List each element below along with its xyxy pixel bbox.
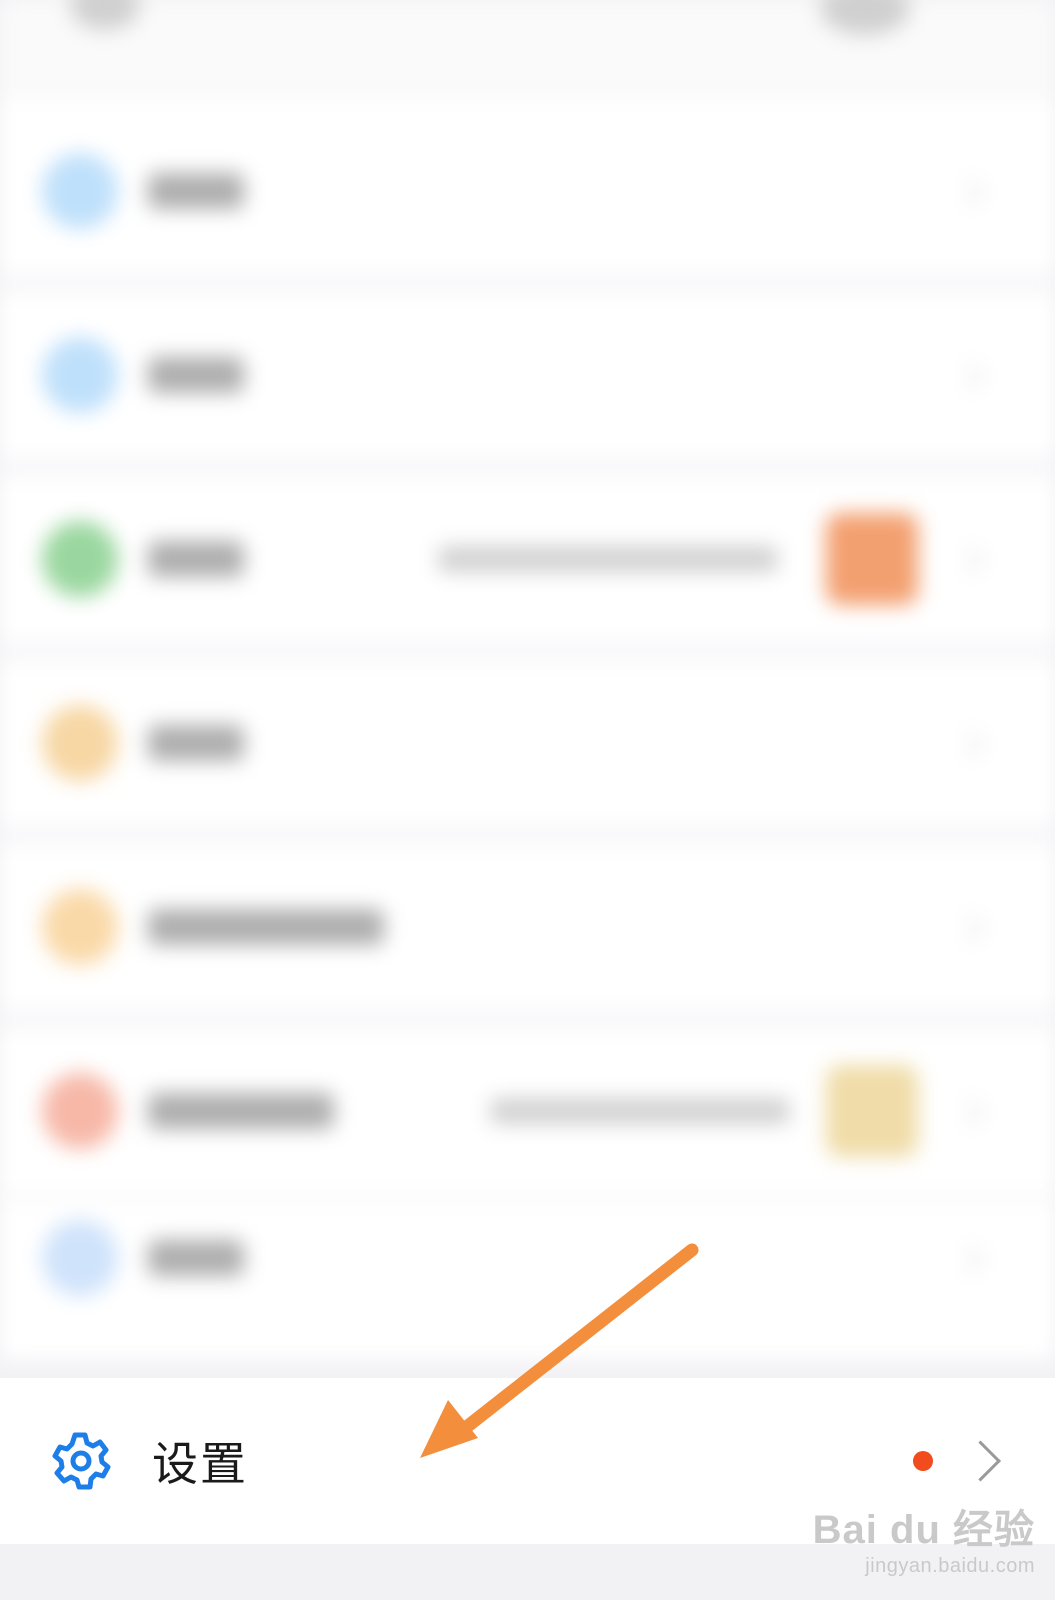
menu-item-icon: [42, 153, 118, 229]
menu-item-label: [148, 1093, 334, 1129]
chevron-right-icon: [956, 1246, 983, 1273]
notification-dot: [913, 1451, 933, 1471]
menu-item-label: [148, 725, 244, 761]
menu-item-thumbnail: [826, 513, 918, 605]
list-item[interactable]: [0, 1200, 1055, 1350]
menu-item-label: [148, 173, 244, 209]
chevron-right-icon: [956, 179, 983, 206]
menu-item-detail: [438, 546, 778, 572]
menu-item-label: [148, 541, 244, 577]
menu-item-icon: [42, 889, 118, 965]
menu-item-icon: [42, 1073, 118, 1149]
chevron-right-icon: [956, 363, 983, 390]
list-item[interactable]: [0, 292, 1055, 458]
separator: [0, 1010, 1055, 1028]
list-item[interactable]: [0, 108, 1055, 274]
chevron-right-icon: [956, 1099, 983, 1126]
menu-item-label: [148, 1240, 244, 1276]
blurred-menu-list: [0, 0, 1055, 1360]
menu-item-label: [148, 909, 384, 945]
list-item[interactable]: [0, 476, 1055, 642]
separator: [0, 826, 1055, 844]
watermark-url: jingyan.baidu.com: [865, 1555, 1035, 1577]
chevron-right-icon: [959, 1440, 1002, 1482]
separator: [0, 458, 1055, 476]
chevron-right-icon: [956, 547, 983, 574]
gear-icon: [52, 1432, 111, 1490]
watermark-logo: Bai du 经验: [812, 1508, 1035, 1552]
top-area: [0, 0, 1055, 100]
chevron-right-icon: [956, 731, 983, 758]
menu-item-icon: [42, 521, 118, 597]
separator: [0, 274, 1055, 292]
menu-item-detail: [490, 1098, 790, 1124]
separator: [0, 642, 1055, 660]
settings-label: 设置: [152, 1437, 248, 1491]
list-item[interactable]: [0, 844, 1055, 1010]
list-item[interactable]: [0, 1028, 1055, 1194]
chevron-right-icon: [956, 915, 983, 942]
menu-item-icon: [42, 1220, 118, 1296]
menu-item-icon: [42, 337, 118, 413]
menu-item-thumbnail: [826, 1065, 918, 1157]
list-item[interactable]: [0, 660, 1055, 826]
menu-item-label: [148, 357, 244, 393]
menu-item-icon: [42, 705, 118, 781]
avatar: [70, 0, 140, 30]
header-element: [820, 0, 910, 35]
watermark: Bai du 经验 jingyan.baidu.com: [813, 1497, 1035, 1578]
